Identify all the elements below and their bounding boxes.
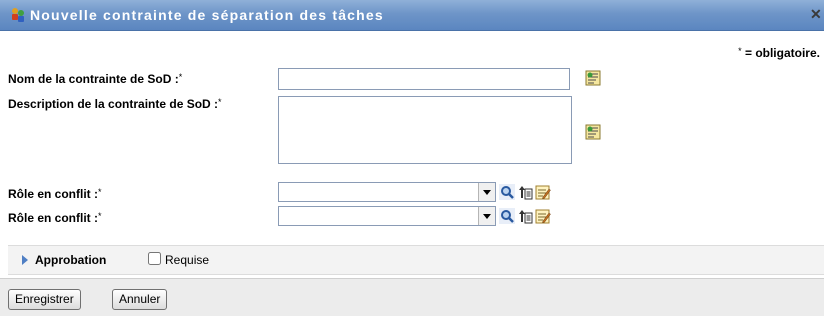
localize-edit-icon[interactable] <box>585 70 601 86</box>
role-history-icon[interactable] <box>517 208 533 224</box>
dialog-footer: Enregistrer Annuler <box>0 278 824 316</box>
sod-description-label: Description de la contrainte de SoD :* <box>8 97 222 111</box>
save-button[interactable]: Enregistrer <box>8 289 81 310</box>
required-asterisk: * <box>98 187 102 197</box>
sod-name-label: Nom de la contrainte de SoD :* <box>8 72 182 86</box>
conflict-role-1-label-text: Rôle en conflit : <box>8 187 98 201</box>
required-asterisk: * <box>218 97 222 107</box>
approval-required-checkbox[interactable] <box>148 252 161 265</box>
conflict-role-2-label-text: Rôle en conflit : <box>8 211 98 225</box>
expand-arrow-icon[interactable] <box>22 255 28 265</box>
conflict-role-1-label: Rôle en conflit :* <box>8 187 102 201</box>
conflict-role-1-select[interactable] <box>278 182 496 202</box>
close-icon[interactable]: ✕ <box>810 6 824 22</box>
sod-description-label-text: Description de la contrainte de SoD : <box>8 97 219 111</box>
dialog-title-bar: Nouvelle contrainte de séparation des tâ… <box>0 0 824 31</box>
approval-section: Approbation Requise <box>8 245 824 275</box>
sod-description-input[interactable] <box>278 96 572 164</box>
dialog-title: Nouvelle contrainte de séparation des tâ… <box>30 7 384 23</box>
edit-form-icon[interactable] <box>535 184 551 200</box>
required-asterisk: * <box>178 72 183 82</box>
required-asterisk: * <box>98 211 102 221</box>
edit-form-icon[interactable] <box>535 208 551 224</box>
approval-required-label[interactable]: Requise <box>165 253 209 267</box>
magnifier-search-icon[interactable] <box>499 184 515 200</box>
approval-label: Approbation <box>35 253 107 267</box>
magnifier-search-icon[interactable] <box>499 208 515 224</box>
required-fields-note: * = obligatoire. <box>738 46 820 60</box>
sod-name-input[interactable] <box>278 68 570 90</box>
conflict-role-2-label: Rôle en conflit :* <box>8 211 102 225</box>
role-history-icon[interactable] <box>517 184 533 200</box>
localize-edit-icon[interactable] <box>585 124 601 140</box>
sod-name-label-text: Nom de la contrainte de SoD : <box>8 72 179 86</box>
chevron-down-icon[interactable] <box>478 207 495 225</box>
required-note-text: = obligatoire. <box>741 46 820 60</box>
role-conflict-icon <box>10 7 26 23</box>
cancel-button[interactable]: Annuler <box>112 289 168 310</box>
chevron-down-icon[interactable] <box>478 183 495 201</box>
conflict-role-2-select[interactable] <box>278 206 496 226</box>
